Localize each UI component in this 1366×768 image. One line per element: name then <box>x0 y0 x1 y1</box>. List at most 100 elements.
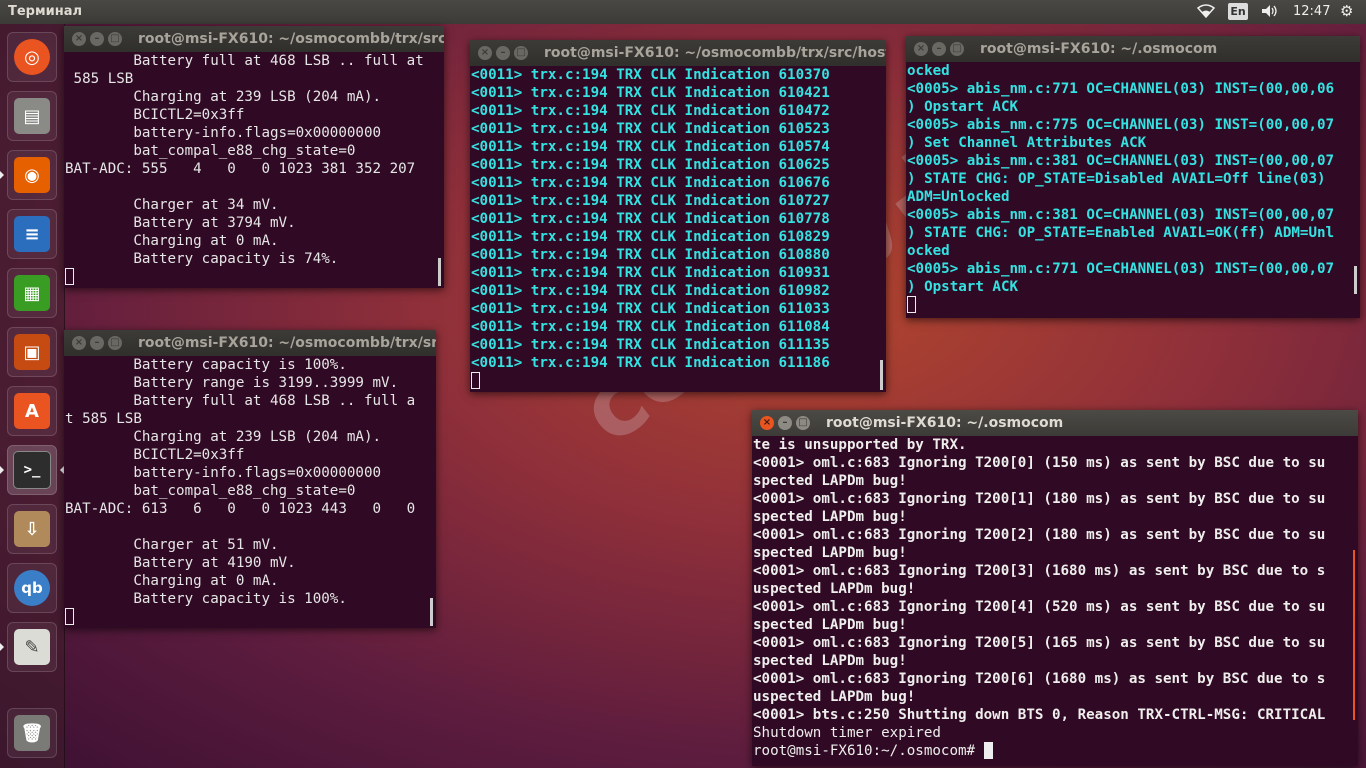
qbittorrent-launcher-button[interactable]: qb <box>7 563 57 613</box>
terminal-line: BAT-ADC: 613 6 0 0 1023 443 0 0 <box>65 501 416 517</box>
terminal-line: ) Set Channel Attributes ACK <box>907 135 1147 151</box>
window-titlebar[interactable]: × – □ root@msi-FX610: ~/.osmocom <box>906 36 1360 62</box>
trash-launcher-button[interactable]: 🗑 <box>7 708 57 758</box>
terminal-line: <0011> trx.c:194 TRX CLK Indication 6108… <box>471 247 830 263</box>
ubuntu-dash-launcher-button[interactable]: ◎ <box>7 32 57 82</box>
window-titlebar[interactable]: × – □ root@msi-FX610: ~/.osmocom <box>752 410 1358 436</box>
settings-gear-icon[interactable]: ⚙ <box>1340 2 1353 20</box>
terminal-line: ) STATE CHG: OP_STATE=Enabled AVAIL=OK(f… <box>907 225 1335 241</box>
maximize-icon[interactable]: □ <box>514 46 528 60</box>
scrollbar[interactable] <box>430 598 433 626</box>
prompt-line[interactable] <box>471 372 886 390</box>
qbittorrent-icon: qb <box>14 570 50 606</box>
terminal-window-trx-clk[interactable]: × – □ root@msi-FX610: ~/osmocombb/trx/sr… <box>470 40 886 392</box>
wifi-icon[interactable] <box>1196 4 1216 22</box>
volume-icon[interactable] <box>1261 4 1279 22</box>
prompt-text: root@msi-FX610:~/.osmocom# <box>753 743 984 759</box>
terminal-line: <0001> oml.c:683 Ignoring T200[2] (180 m… <box>753 527 1326 543</box>
terminal-line: ) STATE CHG: OP_STATE=Disabled AVAIL=Off… <box>907 171 1326 187</box>
window-title: root@msi-FX610: ~/.osmocom <box>826 415 1064 431</box>
terminal-line: <0001> oml.c:683 Ignoring T200[5] (165 m… <box>753 635 1326 651</box>
terminal-line: battery-info.flags=0x00000000 <box>65 125 382 141</box>
scrollbar[interactable] <box>1354 266 1357 294</box>
terminal-output[interactable]: Battery full at 468 LSB .. full at 585 L… <box>64 52 444 288</box>
terminal-line: Shutdown timer expired <box>753 725 941 741</box>
maximize-icon[interactable]: □ <box>108 32 122 46</box>
terminal-window-abis[interactable]: × – □ root@msi-FX610: ~/.osmocom ocked <0… <box>906 36 1360 318</box>
terminal-line: uspected LAPDm bug! <box>753 689 916 705</box>
scrollbar[interactable] <box>438 258 441 286</box>
terminal-line: <0011> trx.c:194 TRX CLK Indication 6103… <box>471 67 830 83</box>
text-editor-launcher-button[interactable]: ✎ <box>7 622 57 672</box>
terminal-line: Charging at 0 mA. <box>65 573 279 589</box>
shell-prompt[interactable]: root@msi-FX610:~/.osmocom# <box>753 742 1358 760</box>
text-cursor <box>907 296 916 313</box>
terminal-output[interactable]: Battery capacity is 100%. Battery range … <box>64 356 436 628</box>
impress-icon: ▣ <box>14 334 50 370</box>
files-launcher-button[interactable]: ▤ <box>7 91 57 141</box>
writer-launcher-button[interactable]: ≡ <box>7 209 57 259</box>
terminal-line: <0005> abis_nm.c:771 OC=CHANNEL(03) INST… <box>907 261 1335 277</box>
terminal-line: <0001> oml.c:683 Ignoring T200[6] (1680 … <box>753 671 1326 687</box>
terminal-output[interactable]: ocked <0005> abis_nm.c:771 OC=CHANNEL(03)… <box>906 62 1360 318</box>
prompt-line[interactable] <box>907 296 1360 314</box>
terminal-line: <0011> trx.c:194 TRX CLK Indication 6109… <box>471 283 830 299</box>
terminal-line: spected LAPDm bug! <box>753 653 907 669</box>
software-center-launcher-button[interactable]: A <box>7 386 57 436</box>
prompt-line[interactable] <box>65 268 444 286</box>
maximize-icon[interactable]: □ <box>796 416 810 430</box>
archive-manager-launcher-button[interactable]: ⇩ <box>7 504 57 554</box>
terminal-window-battery-2[interactable]: × – □ root@msi-FX610: ~/osmocombb/trx/sr… <box>64 330 436 628</box>
close-icon[interactable]: × <box>914 42 928 56</box>
terminal-line: ADM=Unlocked <box>907 189 1010 205</box>
terminal-window-osmocom-active[interactable]: × – □ root@msi-FX610: ~/.osmocom te is u… <box>752 410 1358 766</box>
terminal-line: Charger at 51 mV. <box>65 537 279 553</box>
terminal-line: <0005> abis_nm.c:381 OC=CHANNEL(03) INST… <box>907 153 1335 169</box>
terminal-launcher-button[interactable]: >_ <box>7 445 57 495</box>
window-title: root@msi-FX610: ~/osmocombb/trx/src <box>138 31 444 47</box>
clock[interactable]: 12:47 <box>1293 4 1330 19</box>
terminal-window-battery-1[interactable]: × – □ root@msi-FX610: ~/osmocombb/trx/sr… <box>64 26 444 288</box>
calc-launcher-button[interactable]: ▦ <box>7 268 57 318</box>
minimize-icon[interactable]: – <box>90 336 104 350</box>
maximize-icon[interactable]: □ <box>108 336 122 350</box>
close-icon[interactable]: × <box>760 416 774 430</box>
close-icon[interactable]: × <box>72 336 86 350</box>
scrollbar[interactable] <box>880 360 883 390</box>
terminal-output[interactable]: <0011> trx.c:194 TRX CLK Indication 6103… <box>470 66 886 392</box>
terminal-line: 585 LSB <box>65 71 134 87</box>
terminal-line: <0011> trx.c:194 TRX CLK Indication 6106… <box>471 175 830 191</box>
terminal-line: spected LAPDm bug! <box>753 473 907 489</box>
text-cursor <box>471 372 480 389</box>
active-app-title[interactable]: Терминал <box>8 4 82 19</box>
maximize-icon[interactable]: □ <box>950 42 964 56</box>
ubuntu-dash-icon: ◎ <box>14 39 50 75</box>
minimize-icon[interactable]: – <box>778 416 792 430</box>
terminal-line: <0005> abis_nm.c:381 OC=CHANNEL(03) INST… <box>907 207 1335 223</box>
terminal-line: <0001> oml.c:683 Ignoring T200[1] (180 m… <box>753 491 1326 507</box>
firefox-launcher-button[interactable]: ◉ <box>7 150 57 200</box>
terminal-line: bat_compal_e88_chg_state=0 <box>65 143 356 159</box>
keyboard-layout-indicator[interactable]: En <box>1228 3 1248 20</box>
running-indicator <box>0 466 4 474</box>
terminal-line: Battery full at 468 LSB .. full at <box>65 53 424 69</box>
impress-launcher-button[interactable]: ▣ <box>7 327 57 377</box>
close-icon[interactable]: × <box>72 32 86 46</box>
minimize-icon[interactable]: – <box>932 42 946 56</box>
minimize-icon[interactable]: – <box>496 46 510 60</box>
window-title: root@msi-FX610: ~/.osmocom <box>980 41 1218 57</box>
terminal-output[interactable]: te is unsupported by TRX. <0001> oml.c:68… <box>752 436 1358 766</box>
terminal-line: te is unsupported by TRX. <box>753 437 967 453</box>
terminal-line: BAT-ADC: 555 4 0 0 1023 381 352 207 <box>65 161 416 177</box>
close-icon[interactable]: × <box>478 46 492 60</box>
window-titlebar[interactable]: × – □ root@msi-FX610: ~/osmocombb/trx/sr… <box>64 26 444 52</box>
prompt-line[interactable] <box>65 608 436 626</box>
terminal-line: Battery capacity is 100%. <box>65 357 347 373</box>
terminal-line: <0011> trx.c:194 TRX CLK Indication 6107… <box>471 193 830 209</box>
terminal-line: ocked <box>907 63 950 79</box>
window-titlebar[interactable]: × – □ root@msi-FX610: ~/osmocombb/trx/sr… <box>64 330 436 356</box>
window-titlebar[interactable]: × – □ root@msi-FX610: ~/osmocombb/trx/sr… <box>470 40 886 66</box>
terminal-line: ) Opstart ACK <box>907 99 1019 115</box>
minimize-icon[interactable]: – <box>90 32 104 46</box>
scrollbar[interactable] <box>1353 550 1355 720</box>
